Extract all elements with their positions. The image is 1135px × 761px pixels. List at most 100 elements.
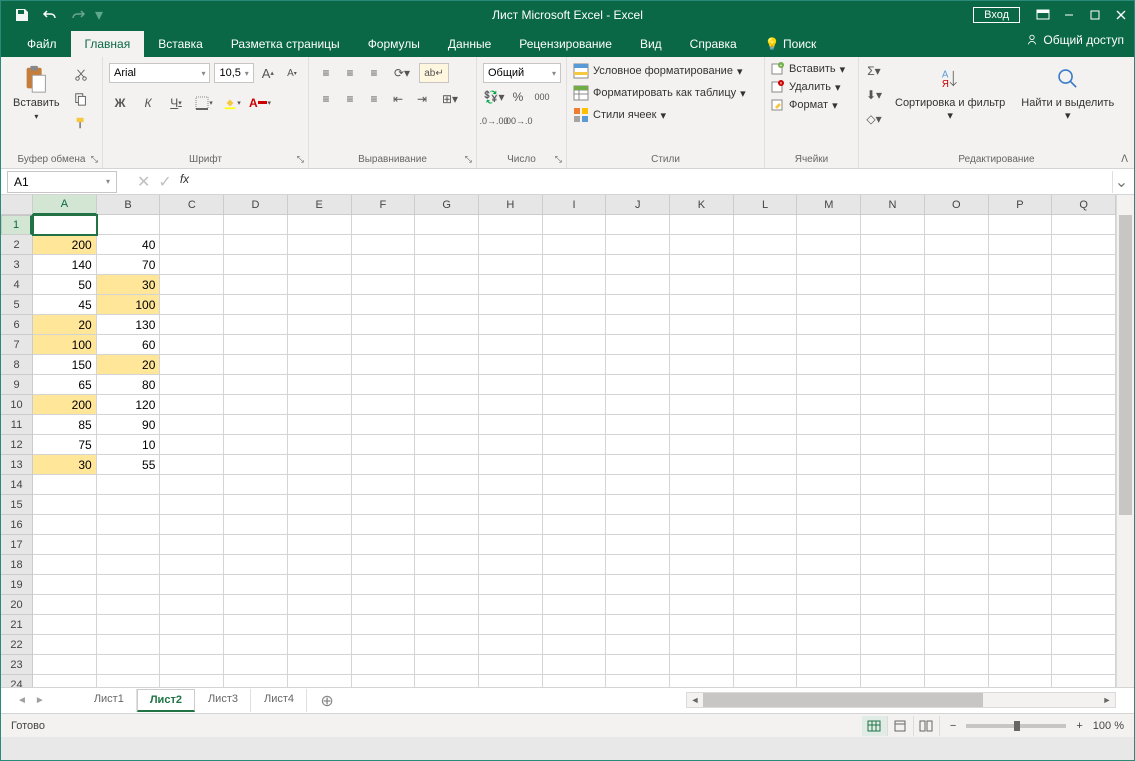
cell[interactable] xyxy=(352,655,416,675)
cell[interactable] xyxy=(925,475,989,495)
cell[interactable] xyxy=(1052,655,1116,675)
tab-view[interactable]: Вид xyxy=(626,31,676,57)
cell[interactable] xyxy=(288,415,352,435)
cell[interactable]: 30 xyxy=(97,275,161,295)
cell[interactable] xyxy=(415,655,479,675)
cell[interactable] xyxy=(861,455,925,475)
cell[interactable] xyxy=(288,275,352,295)
cell[interactable] xyxy=(670,455,734,475)
cell[interactable] xyxy=(288,435,352,455)
row-header[interactable]: 12 xyxy=(1,435,32,455)
row-header[interactable]: 4 xyxy=(1,275,32,295)
column-header[interactable]: B xyxy=(97,195,161,214)
cell[interactable] xyxy=(861,275,925,295)
cell[interactable] xyxy=(606,575,670,595)
cell[interactable]: 30 xyxy=(33,455,97,475)
cell[interactable] xyxy=(670,355,734,375)
cell[interactable] xyxy=(606,235,670,255)
formula-input[interactable] xyxy=(189,171,1112,193)
cell[interactable] xyxy=(861,655,925,675)
column-header[interactable]: P xyxy=(989,195,1053,214)
cell[interactable] xyxy=(160,235,224,255)
column-header[interactable]: L xyxy=(734,195,798,214)
cell[interactable] xyxy=(479,235,543,255)
tab-insert[interactable]: Вставка xyxy=(144,31,217,57)
cell[interactable] xyxy=(925,535,989,555)
cell[interactable] xyxy=(989,435,1053,455)
cell[interactable] xyxy=(160,375,224,395)
cell[interactable] xyxy=(925,595,989,615)
column-header[interactable]: F xyxy=(352,195,416,214)
cell[interactable] xyxy=(1052,455,1116,475)
cell[interactable] xyxy=(989,215,1053,235)
cell[interactable] xyxy=(160,535,224,555)
column-header[interactable]: M xyxy=(797,195,861,214)
font-color-icon[interactable]: A▾ xyxy=(249,93,271,113)
cell[interactable] xyxy=(288,655,352,675)
cell[interactable] xyxy=(543,575,607,595)
cell[interactable] xyxy=(352,355,416,375)
cell[interactable] xyxy=(352,315,416,335)
cell[interactable] xyxy=(224,635,288,655)
cell[interactable] xyxy=(1052,635,1116,655)
cell[interactable] xyxy=(1052,295,1116,315)
save-icon[interactable] xyxy=(9,3,35,27)
cell[interactable] xyxy=(33,515,97,535)
enter-formula-icon[interactable]: ✓ xyxy=(158,172,171,192)
row-header[interactable]: 20 xyxy=(1,595,32,615)
cell[interactable] xyxy=(160,415,224,435)
cell[interactable] xyxy=(288,515,352,535)
zoom-slider[interactable] xyxy=(966,724,1066,728)
cell[interactable]: 80 xyxy=(97,375,161,395)
cell[interactable] xyxy=(925,315,989,335)
cell[interactable] xyxy=(415,535,479,555)
cell[interactable]: 65 xyxy=(33,375,97,395)
cell[interactable] xyxy=(479,575,543,595)
cell[interactable] xyxy=(415,675,479,687)
row-header[interactable]: 7 xyxy=(1,335,32,355)
cell[interactable] xyxy=(606,415,670,435)
cell[interactable] xyxy=(224,375,288,395)
cell[interactable] xyxy=(606,295,670,315)
cell[interactable] xyxy=(224,235,288,255)
cell[interactable] xyxy=(288,395,352,415)
cell[interactable] xyxy=(415,575,479,595)
cell[interactable] xyxy=(224,415,288,435)
sheet-tab[interactable]: Лист1 xyxy=(81,689,137,712)
sheet-tab[interactable]: Лист3 xyxy=(195,689,251,712)
row-header[interactable]: 22 xyxy=(1,635,32,655)
increase-decimal-icon[interactable]: .0→.00 xyxy=(483,111,505,131)
cell-styles-button[interactable]: Стили ячеек▾ xyxy=(571,105,668,125)
ribbon-display-icon[interactable] xyxy=(1030,3,1056,27)
cell[interactable] xyxy=(797,435,861,455)
decrease-indent-icon[interactable]: ⇤ xyxy=(387,89,409,109)
cell[interactable] xyxy=(224,495,288,515)
cell[interactable] xyxy=(288,295,352,315)
sheet-nav-prev-icon[interactable]: ◄ xyxy=(17,695,27,706)
cell[interactable] xyxy=(224,275,288,295)
cell[interactable] xyxy=(479,395,543,415)
cell[interactable] xyxy=(224,475,288,495)
cell[interactable] xyxy=(989,555,1053,575)
cell[interactable] xyxy=(97,215,161,235)
cell[interactable] xyxy=(670,635,734,655)
cell[interactable] xyxy=(415,475,479,495)
cell[interactable] xyxy=(224,355,288,375)
cell[interactable] xyxy=(989,375,1053,395)
cell[interactable] xyxy=(989,355,1053,375)
cell[interactable]: 20 xyxy=(33,315,97,335)
cell[interactable] xyxy=(797,455,861,475)
cell[interactable] xyxy=(606,655,670,675)
hscroll-right-icon[interactable]: ► xyxy=(1099,695,1115,705)
cell[interactable] xyxy=(160,275,224,295)
cell[interactable] xyxy=(479,675,543,687)
cell[interactable] xyxy=(352,215,416,235)
cell[interactable] xyxy=(97,575,161,595)
cell[interactable] xyxy=(479,475,543,495)
cell[interactable]: 140 xyxy=(33,255,97,275)
cell[interactable]: 70 xyxy=(97,255,161,275)
cell[interactable] xyxy=(1052,355,1116,375)
bottom-align-icon[interactable]: ≡ xyxy=(363,63,385,83)
font-size-select[interactable]: 10,5▾ xyxy=(214,63,253,83)
cell[interactable] xyxy=(543,335,607,355)
